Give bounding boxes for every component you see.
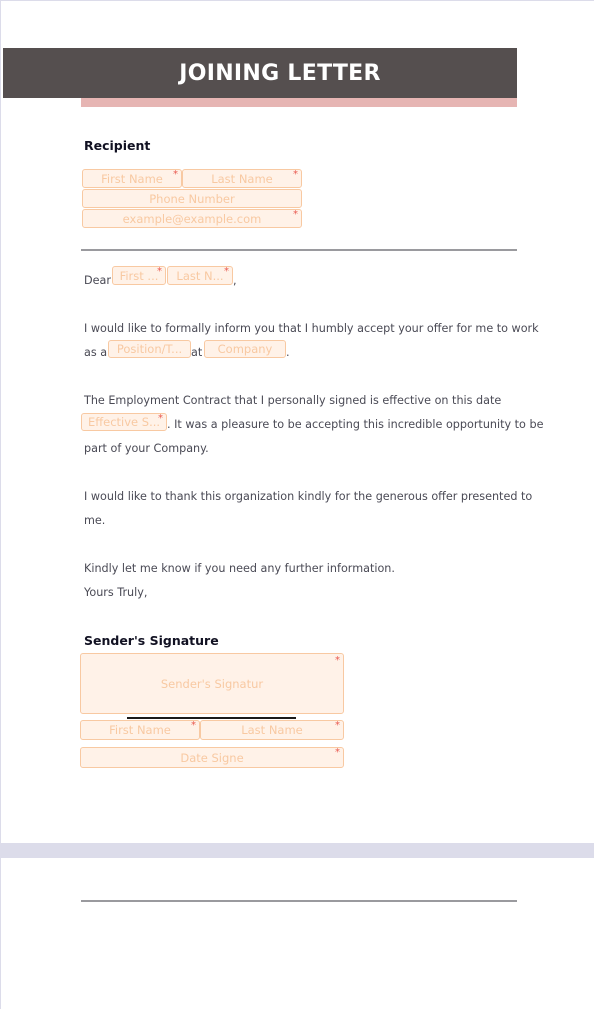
recipient-first-name-field[interactable]: First Name * xyxy=(82,169,182,188)
field-placeholder: Last Name xyxy=(241,723,303,737)
document-title: JOINING LETTER xyxy=(179,60,381,86)
field-placeholder: Company xyxy=(217,342,273,356)
required-marker: * xyxy=(158,413,163,424)
dear-comma: , xyxy=(233,274,237,287)
page-2-divider xyxy=(81,900,517,902)
sender-date-signed-field[interactable]: Date Signe * xyxy=(80,747,344,768)
paragraph-1-line-1: I would like to formally inform you that… xyxy=(84,322,539,335)
document-page-1: JOINING LETTER Recipient First Name * La… xyxy=(0,0,594,843)
paragraph-3-line-1: I would like to thank this organization … xyxy=(84,490,533,503)
effective-date-field[interactable]: Effective S... * xyxy=(81,413,167,431)
section-divider xyxy=(81,249,517,251)
required-marker: * xyxy=(173,169,178,180)
recipient-email-field[interactable]: example@example.com * xyxy=(82,209,302,228)
paragraph-1-period: . xyxy=(286,346,290,359)
title-banner: JOINING LETTER xyxy=(3,48,517,98)
field-placeholder: Phone Number xyxy=(149,191,235,206)
page-separator xyxy=(0,843,594,858)
required-marker: * xyxy=(293,209,298,220)
recipient-phone-field[interactable]: Phone Number xyxy=(82,189,302,208)
paragraph-2-line-3: part of your Company. xyxy=(84,442,209,455)
required-marker: * xyxy=(191,720,196,731)
as-a-label: as a xyxy=(84,346,108,359)
dear-label: Dear xyxy=(84,274,111,287)
sender-first-name-field[interactable]: First Name * xyxy=(80,720,200,740)
field-placeholder: Effective S... xyxy=(87,415,161,429)
required-marker: * xyxy=(335,655,340,666)
field-placeholder: Position/T... xyxy=(116,342,183,356)
required-marker: * xyxy=(157,266,162,277)
paragraph-4-line-1: Kindly let me know if you need any furth… xyxy=(84,562,395,575)
field-placeholder: example@example.com xyxy=(122,211,262,226)
sender-last-name-field[interactable]: Last Name * xyxy=(200,720,344,740)
field-placeholder: First Name xyxy=(109,723,171,737)
field-placeholder: First Name xyxy=(101,171,163,186)
field-placeholder: Last N... xyxy=(176,268,224,283)
at-label: at xyxy=(191,346,203,359)
sender-signature-field[interactable]: Sender's Signatur * xyxy=(80,653,344,714)
field-placeholder: Sender's Signatur xyxy=(160,676,264,691)
required-marker: * xyxy=(224,266,229,277)
field-placeholder: Last Name xyxy=(211,171,273,186)
closing-text: Yours Truly, xyxy=(84,586,148,599)
sender-section-title: Sender's Signature xyxy=(84,633,219,648)
paragraph-2-line-1: The Employment Contract that I personall… xyxy=(84,394,502,407)
recipient-last-name-field[interactable]: Last Name * xyxy=(182,169,302,188)
field-placeholder: Date Signe xyxy=(180,750,244,765)
title-accent-bar xyxy=(81,98,517,107)
paragraph-2-line-2: . It was a pleasure to be accepting this… xyxy=(167,418,544,431)
recipient-section-title: Recipient xyxy=(84,138,151,153)
position-title-field[interactable]: Position/T... xyxy=(108,340,191,358)
required-marker: * xyxy=(293,169,298,180)
signature-line xyxy=(127,717,296,719)
dear-last-name-field[interactable]: Last N... * xyxy=(167,266,233,285)
required-marker: * xyxy=(335,720,340,731)
required-marker: * xyxy=(335,747,340,758)
paragraph-3-line-2: me. xyxy=(84,514,106,527)
field-placeholder: First ... xyxy=(119,268,159,283)
document-page-2 xyxy=(0,858,594,1009)
company-field[interactable]: Company xyxy=(204,340,286,358)
dear-first-name-field[interactable]: First ... * xyxy=(112,266,166,285)
